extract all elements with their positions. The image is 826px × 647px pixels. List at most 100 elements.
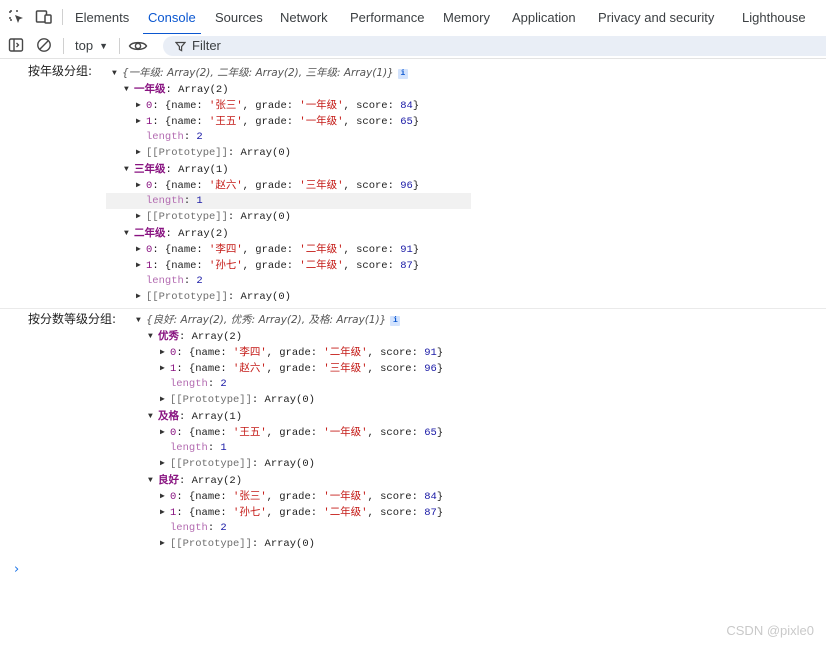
console-prompt-icon[interactable]: › [14, 562, 19, 577]
group-type: Array(2) [178, 228, 229, 240]
tab-performance[interactable]: Performance [350, 0, 424, 34]
tab-privacy-and-security[interactable]: Privacy and security [598, 0, 714, 34]
punct: , score: [343, 244, 401, 256]
item-score: 87 [400, 260, 413, 272]
item-row[interactable]: ▶ 1: {name: '孙七', grade: '二年级', score: 87… [136, 257, 419, 273]
device-toolbar-icon[interactable] [35, 9, 53, 25]
prototype-value: Array(0) [240, 211, 291, 223]
length-row: length: 2 [170, 376, 227, 392]
prototype-row[interactable]: ▶ [[Prototype]]: Array(0) [136, 145, 291, 161]
tab-console[interactable]: Console [143, 0, 201, 35]
punct: , grade: [266, 427, 324, 439]
watermark: CSDN @pixle0 [726, 623, 814, 638]
punct: : { [176, 363, 196, 375]
item-row[interactable]: ▶ 0: {name: '张三', grade: '一年级', score: 84… [136, 97, 419, 113]
group-row[interactable]: ▼ 良好: Array(2) [148, 472, 242, 488]
collapsed-triangle-icon: ▶ [160, 364, 165, 373]
prop-name: name: [195, 491, 234, 503]
tab-memory[interactable]: Memory [443, 0, 490, 34]
item-grade: 一年级 [329, 490, 362, 502]
prototype-row[interactable]: ▶ [[Prototype]]: Array(0) [160, 392, 315, 408]
punct: } [436, 427, 444, 439]
punct: } [436, 507, 444, 519]
item-grade: 二年级 [329, 346, 362, 358]
prototype-row[interactable]: ▶ [[Prototype]]: Array(0) [160, 456, 315, 472]
item-score: 65 [424, 427, 437, 439]
sidebar-toggle-icon[interactable] [8, 37, 24, 57]
item-row[interactable]: ▶ 0: {name: '张三', grade: '一年级', score: 84… [160, 488, 443, 504]
eye-icon[interactable] [128, 38, 148, 58]
tab-network[interactable]: Network [280, 0, 328, 34]
item-row[interactable]: ▶ 1: {name: '王五', grade: '一年级', score: 65… [136, 113, 419, 129]
info-icon[interactable]: i [390, 316, 401, 326]
prototype-row[interactable]: ▶ [[Prototype]]: Array(0) [136, 209, 291, 225]
punct: , grade: [242, 180, 300, 192]
inspect-element-icon[interactable] [8, 9, 26, 25]
punct: } [436, 347, 444, 359]
tab-elements[interactable]: Elements [75, 0, 129, 34]
punct: : { [152, 244, 172, 256]
punct: , score: [367, 507, 425, 519]
info-icon[interactable]: i [397, 69, 408, 79]
group-row[interactable]: ▼ 三年级: Array(1) [124, 161, 229, 177]
length-value: 2 [196, 131, 203, 143]
punct: : { [176, 491, 196, 503]
item-row[interactable]: ▶ 0: {name: '李四', grade: '二年级', score: 91… [136, 241, 419, 257]
collapsed-triangle-icon: ▶ [136, 101, 141, 110]
tab-application[interactable]: Application [512, 0, 576, 34]
object-summary[interactable]: ▼ {良好: Array(2), 优秀: Array(2), 及格: Array(… [136, 312, 401, 328]
expanded-triangle-icon: ▼ [136, 316, 141, 325]
colon: : [183, 275, 197, 287]
expanded-triangle-icon: ▼ [148, 412, 153, 421]
collapsed-triangle-icon: ▶ [136, 117, 141, 126]
group-row[interactable]: ▼ 二年级: Array(2) [124, 225, 229, 241]
collapsed-triangle-icon: ▶ [160, 348, 165, 357]
punct: : { [152, 100, 172, 112]
length-value: 1 [196, 195, 203, 207]
group-row[interactable]: ▼ 及格: Array(1) [148, 408, 242, 424]
item-name: 李四 [215, 243, 237, 255]
expanded-triangle-icon: ▼ [148, 476, 153, 485]
prototype-key: [[Prototype]] [146, 147, 228, 159]
colon: : [227, 147, 241, 159]
punct: : { [152, 260, 172, 272]
item-score: 96 [400, 180, 413, 192]
item-grade: 一年级 [329, 426, 362, 438]
item-row[interactable]: ▶ 1: {name: '孙七', grade: '二年级', score: 87… [160, 504, 443, 520]
colon: : [179, 475, 192, 487]
context-selector[interactable]: top ▼ [75, 34, 108, 58]
object-summary[interactable]: ▼ {一年级: Array(2), 二年级: Array(2), 三年级: Arr… [112, 65, 408, 81]
colon: : [165, 164, 179, 176]
tab-lighthouse[interactable]: Lighthouse [742, 0, 806, 34]
item-name: 赵六 [215, 179, 237, 191]
group-key: 二年级 [134, 227, 166, 239]
collapsed-triangle-icon: ▶ [136, 212, 141, 221]
tab-sources[interactable]: Sources [215, 0, 263, 34]
group-key: 及格 [158, 410, 179, 422]
item-name: 张三 [239, 490, 261, 502]
log-divider [0, 308, 826, 309]
punct: , grade: [266, 347, 324, 359]
collapsed-triangle-icon: ▶ [160, 539, 165, 548]
group-row[interactable]: ▼ 一年级: Array(2) [124, 81, 229, 97]
punct: } [436, 491, 444, 503]
item-row[interactable]: ▶ 0: {name: '赵六', grade: '三年级', score: 96… [136, 177, 419, 193]
item-row[interactable]: ▶ 1: {name: '赵六', grade: '三年级', score: 96… [160, 360, 443, 376]
prototype-key: [[Prototype]] [170, 394, 252, 406]
prototype-key: [[Prototype]] [146, 211, 228, 223]
group-row[interactable]: ▼ 优秀: Array(2) [148, 328, 242, 344]
item-row[interactable]: ▶ 0: {name: '王五', grade: '一年级', score: 65… [160, 424, 443, 440]
group-key: 良好 [158, 474, 179, 486]
group-type: Array(1) [191, 411, 243, 423]
clear-console-icon[interactable] [36, 37, 52, 57]
punct: , score: [343, 100, 401, 112]
length-key: length [170, 378, 208, 390]
item-name: 孙七 [215, 259, 237, 271]
colon: : [165, 84, 179, 96]
object-summary-text: {一年级: Array(2), 二年级: Array(2), 三年级: Arra… [122, 67, 394, 79]
filter-input[interactable]: Filter [163, 36, 826, 56]
prototype-row[interactable]: ▶ [[Prototype]]: Array(0) [136, 289, 291, 305]
item-grade: 三年级 [305, 179, 338, 191]
item-row[interactable]: ▶ 0: {name: '李四', grade: '二年级', score: 91… [160, 344, 443, 360]
prototype-row[interactable]: ▶ [[Prototype]]: Array(0) [160, 536, 315, 552]
